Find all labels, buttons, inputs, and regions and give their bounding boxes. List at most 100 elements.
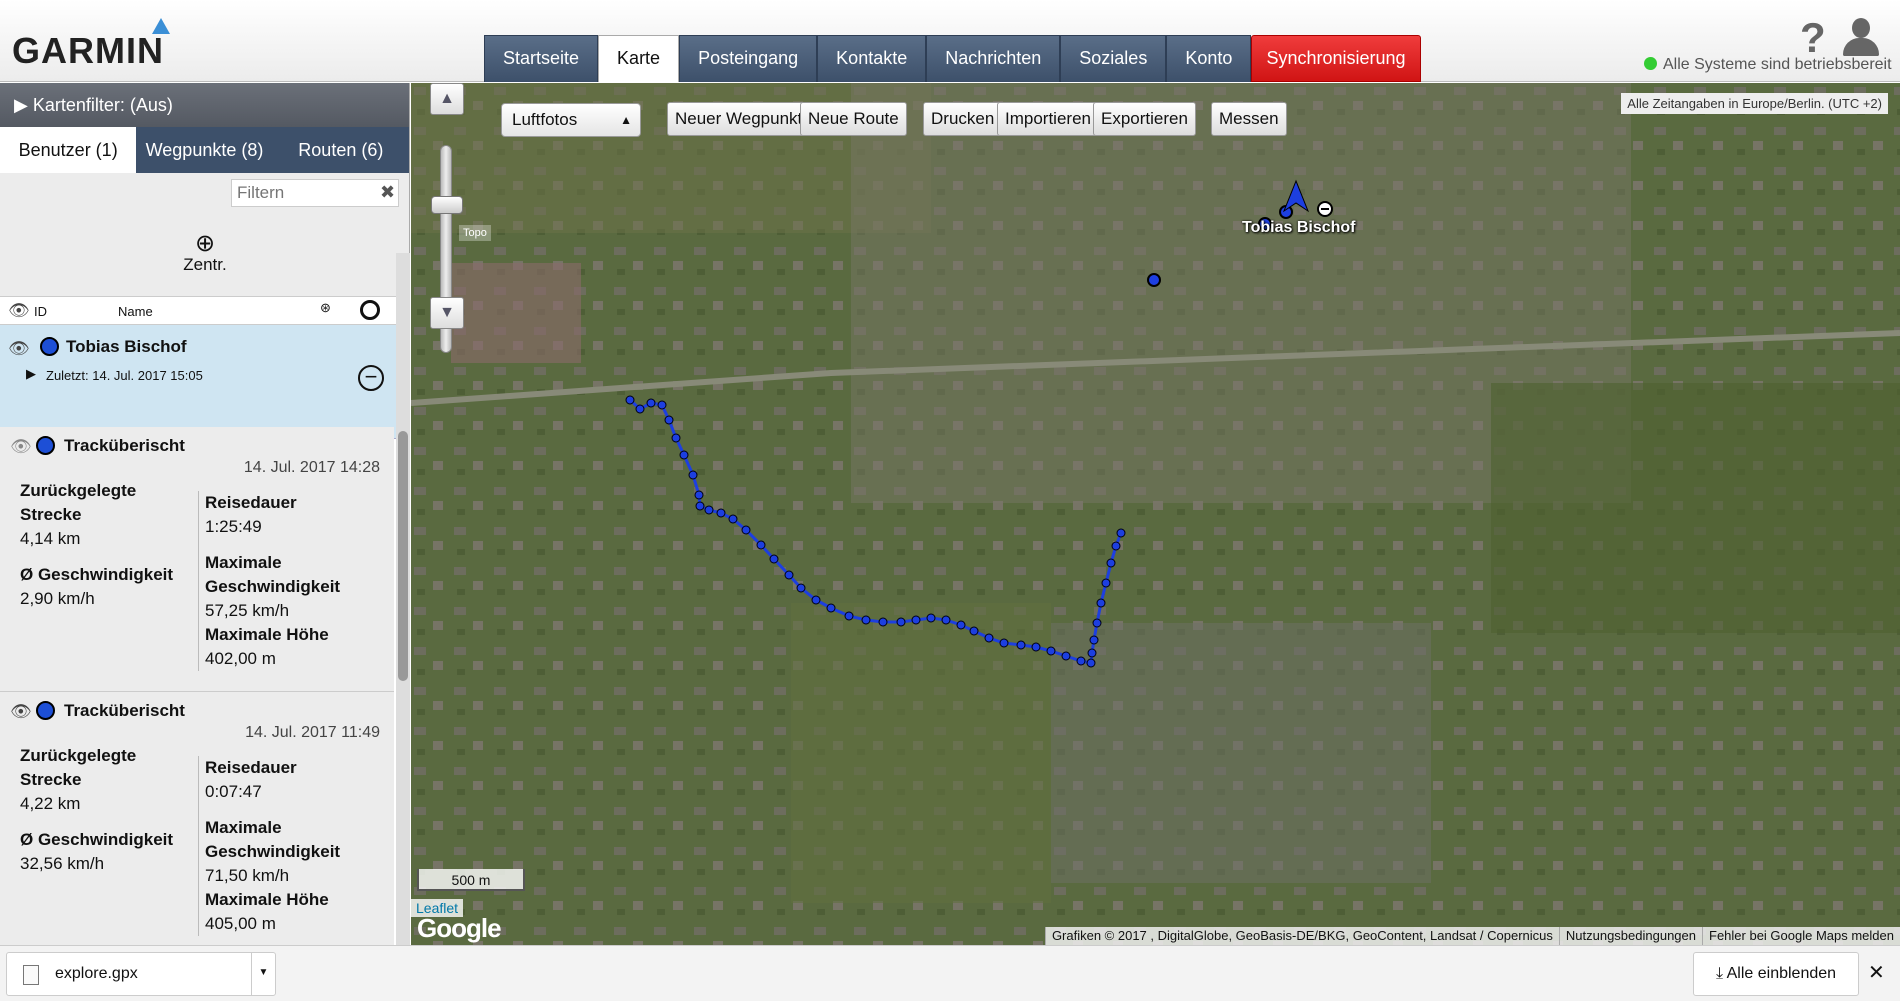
user-list-item[interactable]: 👁 Tobias Bischof ▶ Zuletzt: 14. Jul. 201… [0, 325, 409, 439]
settings-circle-icon[interactable]: ⊛ [320, 300, 331, 316]
visibility-eye-icon[interactable]: 👁 [8, 339, 30, 359]
new-route-button[interactable]: Neue Route [800, 102, 907, 136]
track-point[interactable] [635, 404, 645, 414]
track-point[interactable] [625, 395, 635, 405]
map-view[interactable]: Tobias Bischof ▲ Topo ▼ Luftfotos ▲ Neuer… [411, 83, 1900, 945]
close-icon[interactable]: ✕ [1868, 960, 1885, 985]
user-map-label[interactable]: Tobias Bischof [1242, 219, 1356, 237]
track-point[interactable] [878, 617, 888, 627]
track-point[interactable] [1092, 618, 1102, 628]
track-point[interactable] [1111, 541, 1121, 551]
track-point[interactable] [861, 615, 871, 625]
track-point[interactable] [657, 400, 667, 410]
track-point[interactable] [1087, 648, 1097, 658]
track-point[interactable] [756, 540, 766, 550]
track-point[interactable] [646, 398, 656, 408]
track-point[interactable] [728, 514, 738, 524]
track-point[interactable] [664, 415, 674, 425]
garmin-logo[interactable]: GARMIN [12, 30, 164, 72]
clear-filter-icon[interactable]: ✖ [380, 182, 395, 203]
track-point[interactable] [671, 433, 681, 443]
track-point[interactable] [1031, 642, 1041, 652]
track-point[interactable] [784, 570, 794, 580]
import-button[interactable]: Importieren [997, 102, 1099, 136]
tab-karte[interactable]: Karte [598, 35, 680, 82]
track-point[interactable] [926, 613, 936, 623]
tab-routen[interactable]: Routen (6) [273, 127, 409, 173]
zoom-out-button[interactable]: ▼ [430, 297, 464, 329]
track-point[interactable] [1116, 528, 1126, 538]
scroll-thumb[interactable] [398, 431, 408, 681]
track-point[interactable] [694, 490, 704, 500]
track-point[interactable] [969, 626, 979, 636]
track-point[interactable] [1086, 658, 1096, 668]
tab-startseite[interactable]: Startseite [484, 35, 599, 82]
track-point[interactable] [695, 501, 705, 511]
tab-konto[interactable]: Konto [1166, 35, 1252, 82]
track-point[interactable] [1101, 578, 1111, 588]
help-icon[interactable]: ? [1800, 14, 1826, 62]
track-point[interactable] [796, 583, 806, 593]
terms-link[interactable]: Nutzungsbedingungen [1558, 927, 1702, 945]
print-button[interactable]: Drucken [923, 102, 1003, 136]
track-point[interactable] [844, 611, 854, 621]
tab-wegpunkte[interactable]: Wegpunkte (8) [136, 127, 272, 173]
tab-kontakte[interactable]: Kontakte [817, 35, 927, 82]
tab-posteingang[interactable]: Posteingang [679, 35, 818, 82]
sync-button[interactable]: Synchronisierung [1251, 35, 1421, 82]
filter-input[interactable] [231, 179, 399, 207]
track-point[interactable] [769, 554, 779, 564]
track-summary[interactable]: 👁 Tracküberischt 14. Jul. 2017 11:49 Zur… [0, 692, 394, 945]
remove-icon[interactable]: − [358, 365, 384, 391]
track-point[interactable] [1106, 558, 1116, 568]
track-point[interactable] [1046, 646, 1056, 656]
visibility-eye-icon[interactable]: 👁 [10, 437, 32, 457]
track-point[interactable] [679, 450, 689, 460]
user-account-icon[interactable] [1843, 18, 1879, 56]
map-filter-toggle[interactable]: ▶ Kartenfilter: (Aus) [0, 83, 409, 127]
track-point[interactable] [1096, 598, 1106, 608]
new-waypoint-button[interactable]: Neuer Wegpunkt [667, 102, 811, 136]
speed-value: 2,90 km/h [20, 589, 95, 608]
tab-soziales[interactable]: Soziales [1060, 35, 1167, 82]
column-id[interactable]: ID [34, 304, 47, 319]
track-point[interactable] [811, 595, 821, 605]
track-point[interactable] [1016, 640, 1026, 650]
track-point[interactable] [1061, 651, 1071, 661]
track-scrollbar[interactable] [396, 427, 410, 945]
map-layer-select[interactable]: Luftfotos ▲ [501, 103, 641, 137]
expand-triangle-icon[interactable]: ▶ [26, 366, 36, 382]
satellite-map[interactable] [411, 83, 1900, 945]
waypoint-marker[interactable] [1147, 273, 1161, 287]
measure-button[interactable]: Messen [1211, 102, 1287, 136]
chevron-down-icon[interactable]: ▼ [251, 953, 275, 995]
track-point[interactable] [1076, 656, 1086, 666]
track-point[interactable] [941, 615, 951, 625]
column-name[interactable]: Name [118, 304, 153, 319]
list-scrollbar[interactable] [396, 253, 410, 428]
track-point[interactable] [911, 615, 921, 625]
export-button[interactable]: Exportieren [1093, 102, 1196, 136]
tab-nachrichten[interactable]: Nachrichten [926, 35, 1061, 82]
show-all-button[interactable]: ⤓ Alle einblenden [1693, 952, 1859, 996]
center-button[interactable]: ⊕ Zentr. [170, 232, 240, 275]
track-point[interactable] [716, 508, 726, 518]
track-point[interactable] [1089, 635, 1099, 645]
track-point[interactable] [999, 638, 1009, 648]
circle-icon[interactable] [360, 300, 380, 320]
track-point[interactable] [896, 617, 906, 627]
tab-benutzer[interactable]: Benutzer (1) [0, 127, 137, 173]
visibility-eye-icon[interactable]: 👁 [10, 702, 32, 722]
download-item[interactable]: explore.gpx ▼ [6, 952, 276, 996]
track-point[interactable] [956, 620, 966, 630]
track-point[interactable] [704, 505, 714, 515]
track-point[interactable] [984, 633, 994, 643]
track-point[interactable] [826, 603, 836, 613]
zoom-slider-thumb[interactable] [431, 196, 463, 214]
track-point[interactable] [741, 525, 751, 535]
visibility-eye-icon[interactable]: 👁 [8, 301, 30, 321]
track-point[interactable] [688, 470, 698, 480]
track-summary[interactable]: 👁 Tracküberischt 14. Jul. 2017 14:28 Zur… [0, 427, 394, 692]
zoom-in-button[interactable]: ▲ [430, 83, 464, 115]
report-error-link[interactable]: Fehler bei Google Maps melden [1702, 927, 1900, 945]
